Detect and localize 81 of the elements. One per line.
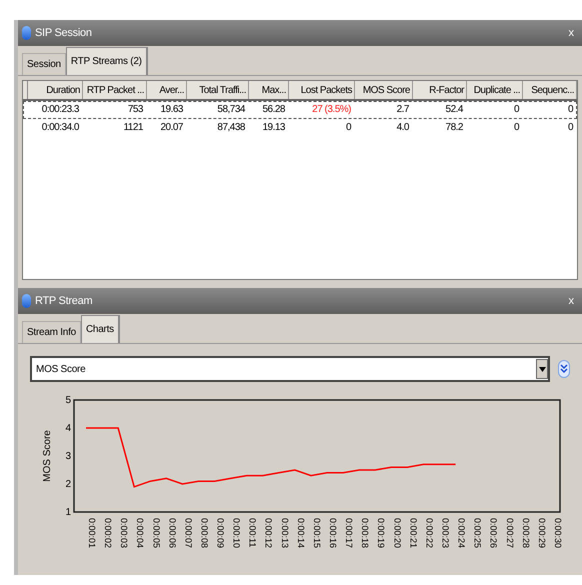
x-tick-label: 0:00:06 — [167, 518, 178, 548]
table-cell-text: 753 — [126, 103, 144, 117]
x-tick-label: 0:00:15 — [312, 518, 322, 548]
x-tick-label: 0:00:20 — [392, 518, 402, 548]
column-header[interactable]: MOS Score — [355, 81, 413, 99]
y-tick-label: 4 — [65, 423, 71, 434]
x-tick-label: 0:00:30 — [552, 518, 563, 548]
table-cell-text: 58,734 — [216, 103, 246, 117]
y-tick-label: 3 — [65, 451, 71, 462]
x-tick-label: 0:00:02 — [103, 518, 114, 548]
table-cell-text: 19.13 — [261, 121, 286, 135]
x-tick-label: 0:00:18 — [360, 518, 370, 548]
tab[interactable]: RTP Streams (2) — [66, 47, 148, 75]
column-header[interactable]: Aver... — [147, 81, 187, 99]
y-tick-label: 2 — [65, 479, 71, 490]
tab[interactable]: Stream Info — [22, 321, 81, 343]
chart-select[interactable]: MOS Score — [30, 356, 550, 382]
close-button[interactable]: x — [564, 292, 578, 310]
table-cell-text: 56.28 — [261, 103, 286, 117]
column-header[interactable]: Duration — [28, 81, 83, 99]
table-cell-text: 0:00:34.0 — [40, 121, 80, 135]
table-cell-text: 0:00:23.3 — [40, 103, 80, 117]
table-cell-text: 52.4 — [444, 103, 464, 117]
x-tick-label: 0:00:28 — [520, 518, 531, 548]
x-tick-label: 0:00:17 — [344, 518, 354, 548]
table-cell-text: 0 — [566, 103, 574, 117]
table-cell-text: 0 — [512, 103, 520, 117]
panel-title: RTP Stream — [35, 294, 92, 309]
table-cell-text: 19.63 — [159, 103, 184, 117]
column-header[interactable]: Total Traffi... — [187, 81, 249, 99]
tab[interactable]: Charts — [80, 315, 120, 343]
x-tick-label: 0:00:21 — [408, 518, 418, 548]
table-cell-text: 87,438 — [216, 121, 246, 135]
drop-icon — [22, 294, 31, 308]
x-tick-label: 0:00:22 — [424, 518, 434, 548]
x-tick-label: 0:00:14 — [296, 518, 306, 548]
x-tick-label: 0:00:07 — [183, 518, 194, 548]
x-tick-label: 0:00:03 — [119, 518, 130, 548]
drop-icon — [22, 26, 31, 40]
x-tick-label: 0:00:09 — [216, 518, 226, 548]
y-tick-label: 5 — [65, 395, 71, 406]
column-header[interactable]: Duplicate ... — [467, 81, 523, 99]
table-cell-text: 0 — [344, 121, 352, 135]
x-tick-label: 0:00:04 — [135, 518, 146, 548]
column-header[interactable]: R-Factor — [413, 81, 467, 99]
x-tick-label: 0:00:08 — [199, 518, 210, 548]
x-tick-label: 0:00:16 — [328, 518, 338, 548]
x-tick-label: 0:00:25 — [472, 518, 483, 548]
x-tick-label: 0:00:12 — [264, 518, 274, 548]
tab[interactable]: Session — [22, 53, 66, 75]
table-row[interactable]: 0:00:23.3 753 19.63 58,734 56.28 27 (3.5%) 2.7 52.4 0 0 — [23, 101, 577, 119]
x-tick-label: 0:00:01 — [87, 518, 97, 548]
column-header[interactable]: Max... — [249, 81, 289, 99]
table-cell-text: 0 — [566, 121, 574, 135]
x-tick-label: 0:00:26 — [488, 518, 499, 548]
table-cell-text: 4.0 — [396, 121, 410, 135]
x-tick-label: 0:00:27 — [504, 518, 515, 548]
table-cell-text: 27 (3.5%) — [311, 103, 352, 117]
panel-title: SIP Session — [35, 26, 92, 41]
x-tick-label: 0:00:10 — [232, 518, 242, 548]
expand-icon[interactable] — [558, 360, 570, 378]
table-row[interactable]: 0:00:34.0 1121 20.07 87,438 19.13 0 4.0 78.2 0 0 — [23, 119, 577, 137]
x-tick-label: 0:00:05 — [151, 518, 162, 548]
x-tick-label: 0:00:23 — [440, 518, 450, 548]
y-axis-label: MOS Score — [42, 430, 53, 482]
y-tick-label: 1 — [65, 507, 71, 518]
x-tick-label: 0:00:13 — [280, 518, 290, 548]
table-cell-text: 20.07 — [159, 121, 184, 135]
x-tick-label: 0:00:24 — [456, 518, 467, 548]
close-button[interactable]: x — [564, 24, 578, 42]
column-header[interactable]: RTP Packet ... — [83, 81, 147, 99]
column-header[interactable]: Lost Packets — [289, 81, 355, 99]
table-cell-text: 0 — [512, 121, 520, 135]
column-header[interactable]: Sequenc... — [523, 81, 577, 99]
table-cell-text: 2.7 — [396, 103, 410, 117]
table-cell-text: 78.2 — [444, 121, 464, 135]
table-cell-text: 1121 — [122, 121, 144, 135]
x-tick-label: 0:00:11 — [248, 518, 258, 548]
select-value: MOS Score — [35, 362, 86, 376]
x-tick-label: 0:00:29 — [536, 518, 547, 548]
x-tick-label: 0:00:19 — [376, 518, 386, 548]
